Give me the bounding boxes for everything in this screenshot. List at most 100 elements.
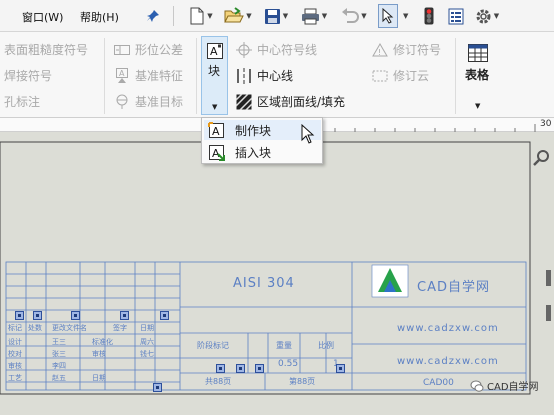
pin-icon[interactable] — [143, 4, 163, 28]
select-icon[interactable] — [378, 4, 398, 28]
ribbon-separator — [104, 38, 105, 114]
watermark: CAD自学网 — [470, 378, 539, 393]
standard-name: 周六 — [140, 338, 154, 346]
selection-grip[interactable] — [255, 364, 264, 373]
block-icon: A — [207, 43, 223, 62]
row-label-mark: 标记 — [8, 324, 22, 332]
craft-label: 工艺 — [8, 374, 22, 382]
ribbon-separator — [455, 38, 456, 114]
design-name: 王三 — [52, 338, 66, 346]
stage-header: 阶段标记 — [197, 341, 229, 350]
cad-logo-icon — [371, 264, 409, 298]
selection-grip[interactable] — [336, 364, 345, 373]
insert-block-label: 插入块 — [235, 145, 272, 160]
block-dropdown-icon: ▼ — [212, 103, 218, 111]
revision-cloud-icon — [372, 68, 388, 84]
sheets-total: 共88页 — [205, 377, 232, 386]
make-block-icon: A — [208, 121, 225, 139]
review-label: 审核 — [92, 350, 106, 358]
table-label: 表格 — [465, 68, 490, 82]
block-label: 块 — [208, 64, 221, 78]
datum-target-button[interactable]: 基准目标 — [114, 93, 183, 110]
row-label-date: 日期 — [140, 324, 154, 332]
material-text: AISI 304 — [233, 276, 295, 291]
selection-grip[interactable] — [160, 311, 169, 320]
revision-symbol-icon: ! — [372, 42, 388, 58]
drawing-code: CAD00 — [423, 378, 454, 388]
save-icon[interactable]: ▼ — [260, 4, 292, 28]
svg-text:A: A — [119, 69, 125, 78]
center-mark-icon — [236, 41, 252, 58]
scale-header: 比例 — [318, 341, 334, 350]
revision-cloud-button[interactable]: 修订云 — [372, 67, 429, 84]
block-button[interactable]: A 块 ▼ — [201, 36, 228, 115]
craft-date-label: 日期 — [92, 374, 106, 382]
options-icon[interactable] — [446, 4, 466, 28]
table-dropdown-icon: ▼ — [475, 102, 481, 110]
insert-block-icon: A — [208, 144, 225, 161]
table-icon — [468, 44, 488, 65]
selection-grip[interactable] — [71, 311, 80, 320]
sheet-number: 第88页 — [289, 377, 316, 386]
ruler-label: 30 — [540, 119, 552, 129]
svg-text:A: A — [210, 45, 218, 58]
print-icon[interactable]: ▼ — [298, 4, 330, 28]
center-mark-button[interactable]: 中心符号线 — [236, 41, 317, 58]
ribbon-separator — [196, 38, 197, 114]
craft-name: 赵五 — [52, 374, 66, 382]
selection-grip[interactable] — [120, 311, 129, 320]
centerline-button[interactable]: 中心线 — [236, 67, 293, 84]
watermark-text: CAD自学网 — [487, 382, 539, 393]
logo-text: CAD自学网 — [417, 280, 490, 295]
selection-grip[interactable] — [15, 311, 24, 320]
make-block-label: 制作块 — [235, 123, 272, 138]
mouse-cursor-icon — [301, 123, 315, 147]
process-label: 审核 — [8, 362, 22, 370]
selection-grip[interactable] — [153, 383, 162, 392]
datum-feature-button[interactable]: A 基准特征 — [114, 67, 183, 84]
menu-help[interactable]: 帮助(H) — [80, 9, 119, 25]
new-file-icon[interactable]: ▼ — [186, 4, 216, 28]
quick-access-toolbar: 窗口(W) 帮助(H) ▼ ▼ ▼ ▼ ▼ ▼ ▼ — [0, 0, 554, 32]
check-label: 校对 — [8, 350, 22, 358]
weld-symbol-button[interactable]: 焊接符号 — [4, 67, 52, 84]
row-label-count: 处数 — [28, 324, 42, 332]
area-hatch-button[interactable]: 区域剖面线/填充 — [236, 93, 345, 110]
area-hatch-icon — [236, 93, 252, 110]
open-folder-icon[interactable]: ▼ — [222, 4, 254, 28]
datum-feature-icon: A — [114, 67, 130, 84]
undo-icon[interactable]: ▼ — [338, 4, 370, 28]
url-text-2: www.cadzxw.com — [397, 356, 499, 367]
review-name: 钱七 — [140, 350, 154, 358]
weight-value: 0.55 — [278, 359, 299, 369]
datum-target-icon — [114, 94, 130, 110]
process-name: 李四 — [52, 362, 66, 370]
standard-label: 标准化 — [92, 338, 113, 346]
hole-callout-button[interactable]: 孔标注 — [4, 93, 40, 110]
surface-finish-button[interactable]: 表面粗糙度符号 — [4, 41, 88, 58]
centerline-icon — [236, 67, 252, 84]
toolbar-separator — [173, 6, 174, 26]
annotation-ribbon: 表面粗糙度符号 焊接符号 孔标注 形位公差 A 基准特征 基准目标 A 块 ▼ … — [0, 32, 554, 118]
svg-text:!: ! — [378, 48, 381, 57]
url-text-1: www.cadzxw.com — [397, 323, 499, 334]
wechat-icon — [470, 379, 484, 393]
geometric-tolerance-icon — [114, 42, 130, 58]
svg-text:A: A — [212, 125, 220, 138]
revision-symbol-button[interactable]: ! 修订符号 — [372, 41, 441, 58]
row-label-sign: 签字 — [113, 324, 127, 332]
selection-grip[interactable] — [236, 364, 245, 373]
row-label-file: 更改文件名 — [52, 324, 87, 332]
selection-grip[interactable] — [33, 311, 42, 320]
traffic-light-icon[interactable] — [420, 4, 438, 28]
table-button[interactable]: 表格 ▼ — [458, 36, 500, 115]
selection-grip[interactable] — [216, 364, 225, 373]
design-label: 设计 — [8, 338, 22, 346]
geometric-tolerance-button[interactable]: 形位公差 — [114, 41, 183, 58]
weight-header: 重量 — [276, 341, 292, 350]
select-caret-icon[interactable]: ▼ — [403, 12, 408, 20]
check-name: 张三 — [52, 350, 66, 358]
gear-icon[interactable]: ▼ — [472, 4, 502, 28]
zoom-icon[interactable] — [533, 149, 551, 170]
menu-window[interactable]: 窗口(W) — [22, 9, 63, 25]
